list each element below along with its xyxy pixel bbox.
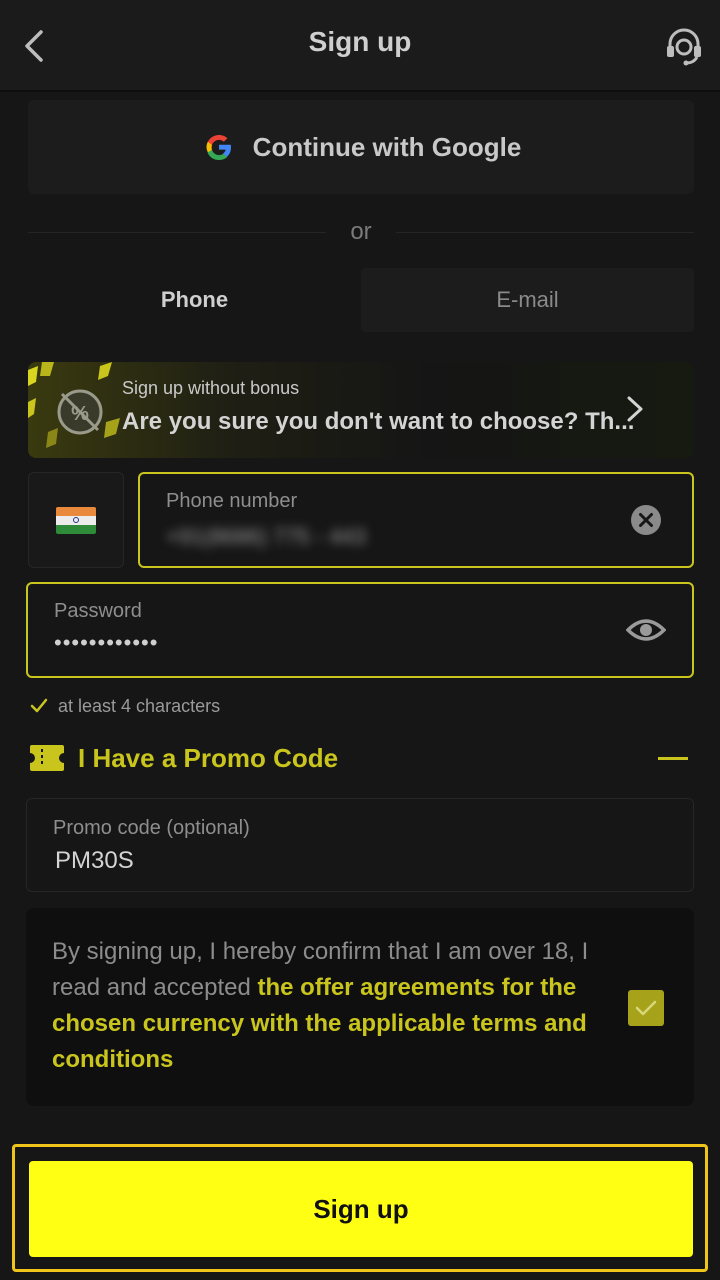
header-bar: Sign up [0,0,720,92]
divider-line-right [395,231,694,233]
checkmark-icon [30,698,48,713]
promo-code-value: PM30S [55,847,134,874]
checkmark-icon [635,1000,657,1016]
tab-email[interactable]: E-mail [361,268,694,332]
password-requirement-text: at least 4 characters [58,695,221,716]
promo-code-toggle[interactable]: I Have a Promo Code [28,736,694,780]
promo-code-field[interactable]: Promo code (optional) PM30S [26,798,694,892]
or-text: or [350,218,372,245]
chevron-right-icon [627,396,643,422]
terms-text: By signing up, I hereby confirm that I a… [52,934,612,1078]
continue-with-google-button[interactable]: Continue with Google [28,100,694,194]
terms-checkbox[interactable] [628,990,664,1026]
minus-icon[interactable] [658,756,688,760]
or-divider: or [28,214,694,250]
promo-code-title: I Have a Promo Code [78,742,339,773]
signup-method-tabs: Phone E-mail [28,268,694,332]
headset-icon [667,28,701,66]
phone-number-field[interactable]: Phone number +91(8686) 775 - 443 [138,472,694,568]
divider-line-left [28,231,327,233]
password-requirement: at least 4 characters [30,694,220,718]
tab-phone[interactable]: Phone [28,268,361,332]
signup-button-highlight: Sign up [12,1144,708,1272]
eye-icon[interactable] [626,614,666,646]
ticket-icon [30,745,64,771]
no-bonus-icon: % [28,362,120,448]
support-button[interactable] [660,22,708,70]
page-title: Sign up [308,26,412,57]
phone-number-value: +91(8686) 775 - 443 [166,524,366,549]
bonus-banner-title: Are you sure you don't want to choose? T… [122,408,635,435]
bonus-banner-subtitle: Sign up without bonus [122,378,300,398]
password-field[interactable]: Password •••••••••••• [26,582,694,678]
google-button-label: Continue with Google [252,131,522,162]
password-value: •••••••••••• [54,630,159,655]
google-icon [206,135,231,160]
clear-icon[interactable] [630,504,662,536]
signup-button[interactable]: Sign up [29,1161,693,1257]
promo-code-label: Promo code (optional) [53,817,250,839]
bonus-banner[interactable]: % Sign up without bonus Are you sure you… [28,362,694,458]
india-flag-icon [56,506,96,534]
terms-agreement: By signing up, I hereby confirm that I a… [26,908,694,1106]
country-code-selector[interactable] [28,472,124,568]
password-label: Password [54,600,142,622]
phone-number-label: Phone number [166,490,298,512]
